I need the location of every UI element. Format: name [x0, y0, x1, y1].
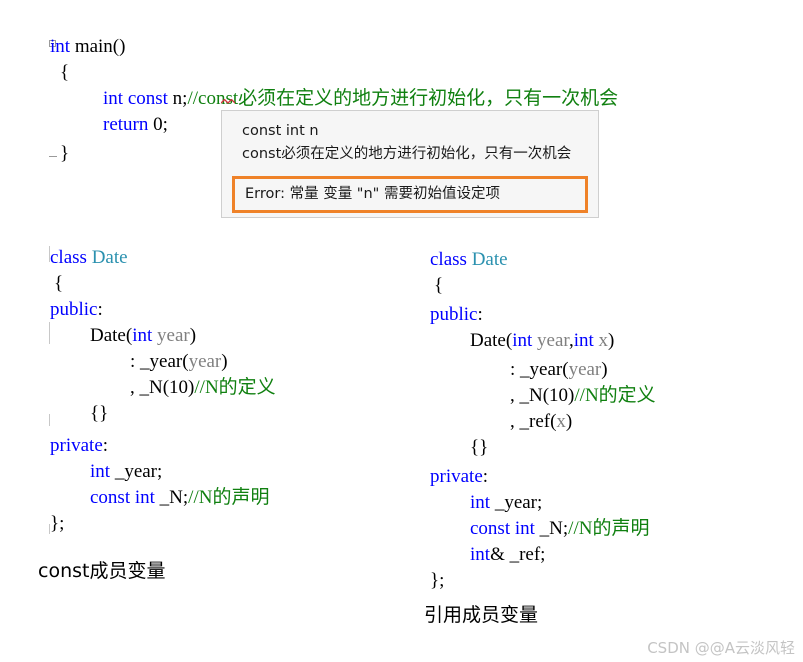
const-member-code-line-5[interactable]: , _N(10)//N的定义: [130, 373, 276, 403]
ref-member-code-line-3-token-1: int: [512, 330, 533, 351]
ref-member-code-line-9-token-0: int: [470, 492, 491, 513]
ref-member-code-line-11-token-1: & _ref;: [490, 544, 546, 565]
const-member-code-line-3-token-0: Date(: [90, 325, 133, 346]
ref-member-code-line-5-token-1: //N的定义: [574, 385, 656, 406]
tooltip-error-box: Error: 常量 变量 "n" 需要初始值设定项: [232, 176, 588, 213]
ref-member-code-line-4-token-2: ): [601, 359, 608, 380]
const-member-code-line-4-token-0: : _year(: [130, 351, 189, 372]
const-member-code-line-5-token-1: //N的定义: [194, 377, 276, 398]
main-code-line-4-token-0: }: [60, 143, 70, 164]
const-member-code-line-6[interactable]: {}: [90, 399, 108, 429]
ref-member-code-line-2-token-1: :: [477, 304, 483, 325]
indent-guide-left-3: [49, 414, 50, 426]
ref-member-code-line-8-token-0: private: [430, 466, 483, 487]
ref-member-code-line-3-token-5: int: [573, 330, 594, 351]
ref-member-code-line-8-token-1: :: [482, 466, 489, 487]
const-member-code-line-5-token-0: , _N(10): [130, 377, 195, 398]
ref-member-code-line-12[interactable]: };: [430, 566, 444, 596]
const-member-code-line-4-token-2: ): [221, 351, 228, 372]
ref-member-code-line-3-token-8: ): [608, 330, 615, 351]
const-member-code-line-6-token-0: {}: [90, 403, 109, 424]
const-member-code-line-7-token-0: private: [50, 435, 103, 456]
ref-member-code-line-0-token-2: Date: [471, 249, 508, 270]
ref-member-code-line-1[interactable]: {: [434, 271, 443, 301]
const-member-code-line-7-token-1: :: [102, 435, 109, 456]
collapse-tail-main: [49, 156, 57, 157]
const-member-code-line-10[interactable]: };: [50, 509, 64, 539]
ref-member-code-line-7[interactable]: {}: [470, 433, 488, 463]
const-member-code-line-2-token-1: :: [97, 299, 103, 320]
main-code-line-2-token-3: n;: [167, 88, 188, 109]
ref-member-code-line-10-token-3: _N;: [534, 518, 569, 539]
ref-member-code-line-3-token-3: year: [537, 330, 569, 351]
const-member-code-line-9[interactable]: const int _N;//N的声明: [90, 483, 269, 513]
main-code-line-3-token-0: return: [103, 114, 149, 135]
tooltip-description: const必须在定义的地方进行初始化，只有一次机会: [242, 146, 572, 162]
ref-member-code-line-3[interactable]: Date(int year,int x): [470, 326, 614, 356]
main-code-line-2-token-2: const: [127, 88, 168, 109]
main-code-line-3[interactable]: return 0;: [103, 110, 168, 140]
main-code-line-1[interactable]: {: [60, 58, 69, 88]
ref-member-code-line-10-token-2: int: [514, 518, 535, 539]
ref-member-code-line-3-token-0: Date(: [470, 330, 513, 351]
error-squiggle-icon: [221, 99, 235, 104]
indent-guide-left-2: [49, 322, 50, 344]
ref-member-code-line-0-token-0: class: [430, 249, 467, 270]
ref-member-code-line-9-token-1: _year;: [490, 492, 543, 513]
intellisense-tooltip: const int n const必须在定义的地方进行初始化，只有一次机会 Er…: [221, 110, 599, 218]
ref-member-code-line-7-token-0: {}: [470, 437, 489, 458]
const-member-code-line-9-token-4: //N的声明: [188, 487, 270, 508]
ref-member-code-line-4-token-1: year: [568, 359, 602, 380]
const-member-code-line-9-token-2: int: [134, 487, 155, 508]
const-member-code-line-1-token-0: {: [54, 273, 64, 294]
ref-member-code-line-5-token-0: , _N(10): [510, 385, 575, 406]
ref-member-code-line-12-token-0: };: [430, 570, 445, 591]
caption-reference-member: 引用成员变量: [424, 604, 539, 626]
main-code-line-0-token-0: int: [50, 36, 71, 57]
tooltip-signature: const int n: [242, 123, 319, 139]
ref-member-code-line-4-token-0: : _year(: [510, 359, 569, 380]
main-code-line-2-token-4: //const必须在定义的地方进行初始化，只有一次机会: [187, 88, 619, 109]
main-code-line-3-token-1: 0;: [148, 114, 168, 135]
const-member-code-line-0-token-0: class: [50, 247, 87, 268]
const-member-code-line-3-token-3: year: [157, 325, 190, 346]
main-code-line-4[interactable]: }: [60, 139, 69, 169]
main-code-line-1-token-0: {: [60, 62, 70, 83]
ref-member-code-line-10-token-0: const: [470, 518, 511, 539]
const-member-code-line-0-token-2: Date: [91, 247, 128, 268]
ref-member-code-line-10-token-4: //N的声明: [568, 518, 650, 539]
const-member-code-line-9-token-3: _N;: [154, 487, 189, 508]
ref-member-code-line-1-token-0: {: [434, 275, 444, 296]
tooltip-error-text: Error: 常量 变量 "n" 需要初始值设定项: [245, 186, 500, 202]
caption-const-member: const成员变量: [38, 560, 166, 582]
ref-member-code-line-3-token-7: x: [598, 330, 609, 351]
ref-member-code-line-6-token-2: ): [565, 411, 573, 432]
main-code-line-2-token-0: int: [103, 88, 124, 109]
ref-member-code-line-11[interactable]: int& _ref;: [470, 540, 545, 570]
const-member-code-line-8-token-0: int: [90, 461, 111, 482]
csdn-watermark: CSDN @@A云淡风轻: [647, 639, 795, 657]
const-member-code-line-3-token-4: ): [189, 325, 197, 346]
ref-member-code-line-11-token-0: int: [470, 544, 491, 565]
const-member-code-line-3-token-1: int: [132, 325, 153, 346]
ref-member-code-line-6-token-0: , _ref(: [510, 411, 557, 432]
ref-member-code-line-6[interactable]: , _ref(x): [510, 407, 572, 437]
ref-member-code-line-2-token-0: public: [430, 304, 478, 325]
const-member-code-line-8-token-1: _year;: [110, 461, 163, 482]
main-code-line-0-token-1: main(): [70, 36, 126, 57]
const-member-code-line-4-token-1: year: [188, 351, 222, 372]
ref-member-code-line-6-token-1: x: [556, 411, 566, 432]
const-member-code-line-10-token-0: };: [50, 513, 65, 534]
const-member-code-line-2-token-0: public: [50, 299, 98, 320]
const-member-code-line-9-token-0: const: [90, 487, 131, 508]
